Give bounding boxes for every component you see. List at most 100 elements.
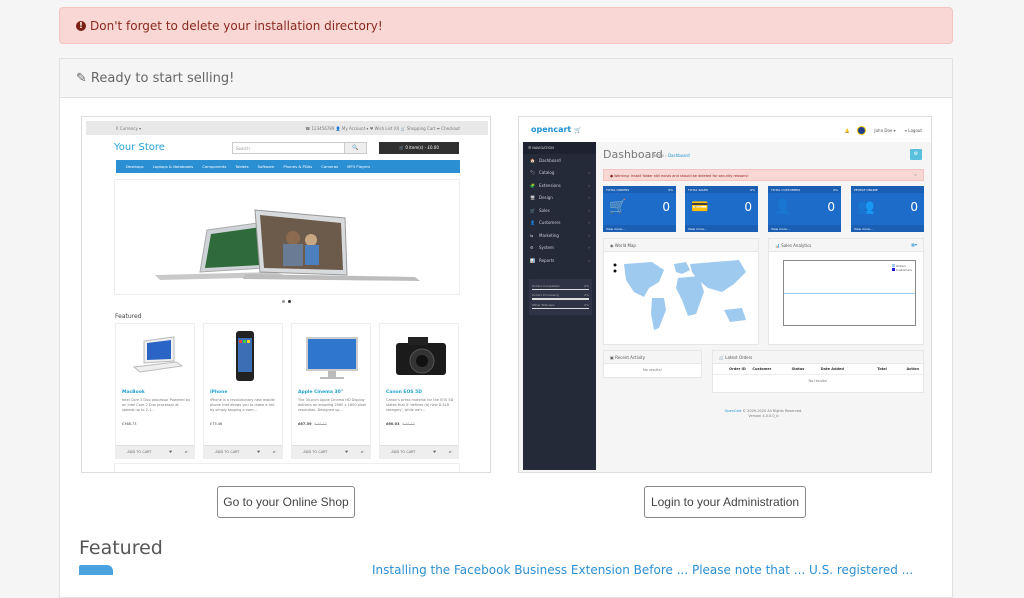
close-icon: × — [914, 173, 917, 177]
product-price: £368.73 — [122, 422, 136, 426]
version-text: Version 4.0.0.0_b — [748, 414, 779, 418]
menu-item: Phones & PDAs — [283, 164, 313, 169]
latest-orders-box: 🛒 Latest Orders Order ID Customer Status… — [712, 350, 924, 393]
tile-value: 0 — [744, 200, 752, 214]
tile-icon: 💳 — [691, 199, 709, 215]
storefront-preview[interactable]: € Currency ▾ ☎ 123456789 👤 My Account ▾ … — [81, 116, 491, 473]
tile-icon: 🛒 — [609, 199, 627, 215]
macbook-air-image — [155, 209, 420, 281]
nav-icon: 🛒 — [530, 207, 535, 213]
col-header: Action — [906, 367, 919, 371]
chevron-right-icon: › — [588, 245, 590, 251]
nav-item-marketing: ⇆ Marketing › — [523, 229, 596, 242]
admin-preview[interactable]: opencart 🛒 🔔 John Doe ▾ ⇥ Logout ☰ NAVIG… — [518, 116, 932, 473]
login-admin-button[interactable]: Login to your Administration — [644, 486, 806, 518]
world-map-heading: ◉ World Map — [604, 239, 758, 252]
admin-user-menu: 🔔 John Doe ▾ ⇥ Logout — [844, 126, 922, 135]
add-to-cart-button: ADD TO CART — [391, 450, 416, 454]
nav-icon: ⚙ — [530, 245, 534, 251]
stat-tile: PEOPLE ONLINE 👥 0 View more... — [851, 186, 924, 232]
orders-table-header: Order ID Customer Status Date Added Tota… — [713, 364, 923, 375]
nav-icon: 🧩 — [530, 182, 535, 188]
no-results: No results! — [642, 368, 662, 372]
legend-label: Customers — [895, 268, 912, 272]
col-header: Customer — [752, 367, 772, 371]
nav-item-design: 🖥 Design › — [523, 192, 596, 205]
product-desc: iPhone is a revolutionary new mobile pho… — [210, 398, 275, 412]
nav-label: Reports — [539, 257, 555, 263]
panel-title: Ready to start selling! — [90, 70, 235, 86]
chevron-right-icon: › — [588, 232, 590, 238]
price-old: £74.73 — [314, 422, 327, 426]
sales-analytics-heading: 📊 Sales Analytics ▦▾ — [769, 239, 923, 252]
no-results: No results! — [808, 379, 828, 383]
stat-bar — [532, 288, 589, 290]
col-header: Total — [877, 367, 887, 371]
exclamation-circle-icon: ! — [76, 20, 86, 31]
admin-sidebar: ☰ NAVIGATION 🏠 Dashboard 🏷 Catalog › 🧩 Extensi… — [523, 142, 596, 470]
tile-header: TOTAL ORDERS 0% — [603, 186, 676, 193]
nav-label: Catalog — [539, 170, 555, 176]
breadcrumb-current: Dashboard — [667, 153, 690, 158]
tile-title: TOTAL SALES — [688, 188, 708, 192]
breadcrumb-home: Home — [652, 153, 664, 158]
recent-activity-title: Recent Activity — [615, 355, 646, 360]
avatar — [857, 126, 867, 135]
heart-icon: ♥ — [433, 450, 437, 454]
nav-item-customers: 👤 Customers › — [523, 217, 596, 230]
chevron-right-icon: › — [588, 182, 590, 188]
stat-label: Orders Completed — [532, 283, 560, 288]
store-search: Search 🔍 — [232, 142, 367, 154]
store-featured-heading: Featured — [115, 313, 142, 320]
recent-activity-box: ▣ Recent Activity No results! — [603, 350, 702, 378]
product-card: iPhone iPhone is a revolutionary new mob… — [203, 323, 283, 459]
world-map-title: World Map — [614, 243, 636, 248]
pager-dot-active — [288, 300, 291, 303]
tile-icon: 👥 — [857, 199, 875, 215]
product-card: Canon EOS 5D Canon's press material for … — [379, 323, 459, 459]
tile-title: TOTAL CUSTOMERS — [771, 188, 801, 192]
footer-brand: OpenCart — [724, 409, 742, 413]
product-actions: ADD TO CART ♥ ⇄ — [292, 445, 370, 458]
stat-bar — [532, 298, 589, 300]
order-stats: Orders Completed 0% Orders Processing 0% Oth… — [529, 278, 592, 315]
tile-header: PEOPLE ONLINE — [851, 186, 924, 193]
pencil-icon: ✎ — [76, 70, 87, 86]
nav-item-dashboard: 🏠 Dashboard — [523, 154, 596, 167]
nav-item-catalog: 🏷 Catalog › — [523, 167, 596, 180]
tile-percent: 0% — [668, 188, 673, 192]
panel-heading: ✎ Ready to start selling! — [60, 59, 952, 98]
chevron-right-icon: › — [588, 195, 590, 201]
add-to-cart-button: ADD TO CART — [215, 450, 240, 454]
product-card: Apple Cinema 30" The 30-inch Apple Cinem… — [291, 323, 371, 459]
go-to-shop-button[interactable]: Go to your Online Shop — [217, 486, 355, 518]
stat-label: Other Statuses — [532, 302, 555, 307]
search-placeholder: Search — [236, 146, 250, 151]
store-topbar: € Currency ▾ ☎ 123456789 👤 My Account ▾ … — [86, 121, 488, 135]
view-more-link: View more... — [603, 225, 676, 232]
user-name: John Doe ▾ — [874, 128, 896, 133]
price-new: £75.46 — [210, 422, 223, 426]
product-price: £75.46 — [210, 422, 222, 426]
tile-percent: 0% — [833, 188, 838, 192]
stat-row: Other Statuses 0% — [532, 302, 589, 309]
pager-dot — [282, 300, 285, 303]
stat-row: Orders Processing 0% — [532, 293, 589, 300]
nav-item-system: ⚙ System › — [523, 242, 596, 255]
compare-icon: ⇄ — [360, 450, 364, 454]
tile-value: 0 — [910, 200, 918, 214]
featured-link[interactable]: Installing the Facebook Business Extensi… — [372, 563, 913, 577]
nav-item-extensions: 🧩 Extensions › — [523, 179, 596, 192]
menu-item: Cameras — [321, 164, 339, 169]
stat-value: 0% — [584, 302, 589, 307]
heart-icon: ♥ — [257, 450, 261, 454]
admin-footer: OpenCart © 2009-2020 All Rights Reserved… — [603, 409, 924, 419]
product-price: £67.39 £74.73 — [298, 422, 327, 426]
cart-icon: 🛒 — [574, 127, 582, 134]
nav-label: Extensions — [539, 182, 561, 188]
product-name: Apple Cinema 30" — [298, 390, 344, 395]
nav-icon: ⇆ — [530, 232, 534, 238]
product-name: MacBook — [122, 390, 145, 395]
nav-item-sales: 🛒 Sales › — [523, 204, 596, 217]
product-desc: Intel Core 2 Duo processor Powered by an… — [122, 398, 191, 412]
